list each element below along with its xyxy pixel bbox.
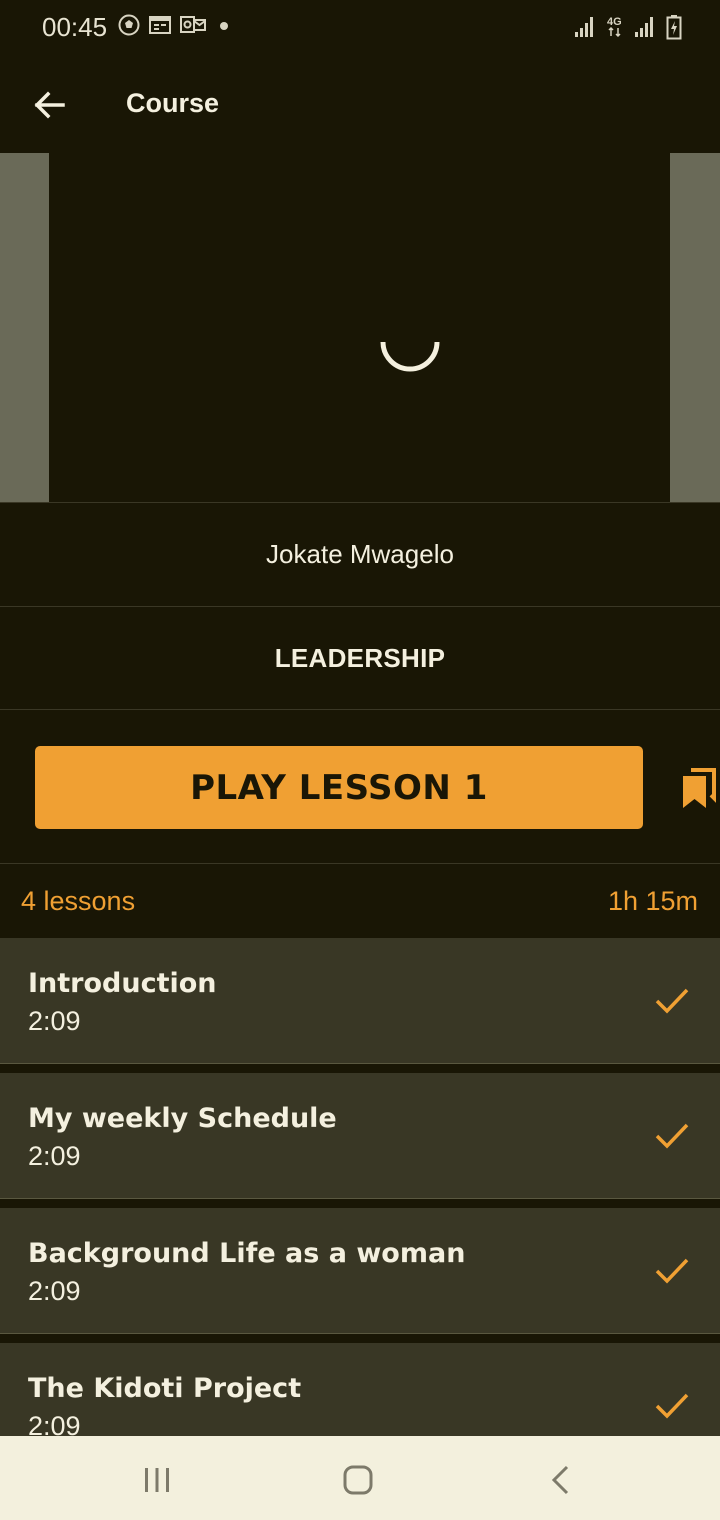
lesson-title: Background Life as a woman [28, 1238, 466, 1269]
course-category: LEADERSHIP [274, 643, 446, 673]
recent-apps-icon [145, 1468, 169, 1492]
lesson-item[interactable]: My weekly Schedule 2:09 [0, 1073, 720, 1199]
lesson-duration: 2:09 [28, 1141, 81, 1171]
checkmark-icon [655, 1123, 689, 1149]
system-nav-bar [0, 1436, 720, 1520]
bookmark-icon [683, 768, 716, 808]
loading-spinner-icon [380, 341, 440, 372]
outlook-icon [180, 16, 206, 33]
lesson-title: Introduction [28, 968, 217, 999]
course-screen: 00:45 4G Course Jokate Mwagelo LEADERSHI… [0, 0, 720, 1520]
lesson-list[interactable]: Introduction 2:09 My weekly Schedule 2:0… [0, 938, 720, 1436]
checkmark-icon [655, 988, 689, 1014]
bookmark-button[interactable] [680, 768, 720, 810]
course-author: Jokate Mwagelo [266, 539, 454, 569]
lesson-duration: 2:09 [28, 1276, 81, 1306]
calendar-icon [149, 16, 171, 34]
nav-back-button[interactable] [535, 1460, 585, 1500]
video-area [0, 153, 720, 502]
video-player[interactable] [49, 153, 670, 502]
status-time: 00:45 [42, 12, 108, 42]
lesson-item[interactable]: The Kidoti Project 2:09 [0, 1343, 720, 1436]
lessons-summary: 4 lessons 1h 15m [0, 863, 720, 938]
lesson-item[interactable]: Background Life as a woman 2:09 [0, 1208, 720, 1334]
recent-apps-button[interactable] [132, 1460, 182, 1500]
back-button[interactable] [24, 82, 74, 128]
checkmark-icon [655, 1258, 689, 1284]
play-lesson-button[interactable]: PLAY LESSON 1 [35, 746, 643, 829]
status-icons-right: 4G [574, 14, 682, 40]
arrow-left-icon [34, 91, 65, 119]
signal-icon [635, 17, 653, 37]
battery-charging-icon [666, 15, 682, 40]
home-icon [343, 1465, 373, 1495]
play-lesson-label: PLAY LESSON 1 [190, 767, 488, 808]
signal-icon [575, 17, 593, 37]
lesson-duration: 2:09 [28, 1411, 81, 1436]
action-row: PLAY LESSON 1 [0, 709, 720, 863]
lesson-title: My weekly Schedule [28, 1103, 337, 1134]
app-bar: Course [0, 56, 720, 153]
lesson-count: 4 lessons [21, 886, 136, 916]
author-row: Jokate Mwagelo [0, 502, 720, 606]
nav-back-icon [551, 1465, 569, 1495]
checkmark-icon [655, 1393, 689, 1419]
lesson-item[interactable]: Introduction 2:09 [0, 938, 720, 1064]
category-row: LEADERSHIP [0, 606, 720, 710]
lesson-title: The Kidoti Project [28, 1373, 302, 1404]
status-bar: 00:45 4G [0, 0, 720, 56]
lesson-duration: 2:09 [28, 1006, 81, 1036]
network-type-text: 4G [607, 16, 622, 28]
home-button[interactable] [333, 1460, 383, 1500]
soccer-ball-icon [118, 14, 140, 36]
total-duration: 1h 15m [607, 886, 698, 916]
status-icons-left [118, 14, 234, 36]
dot-icon [220, 22, 228, 30]
4g-icon: 4G [607, 16, 622, 38]
page-title: Course [126, 88, 220, 118]
